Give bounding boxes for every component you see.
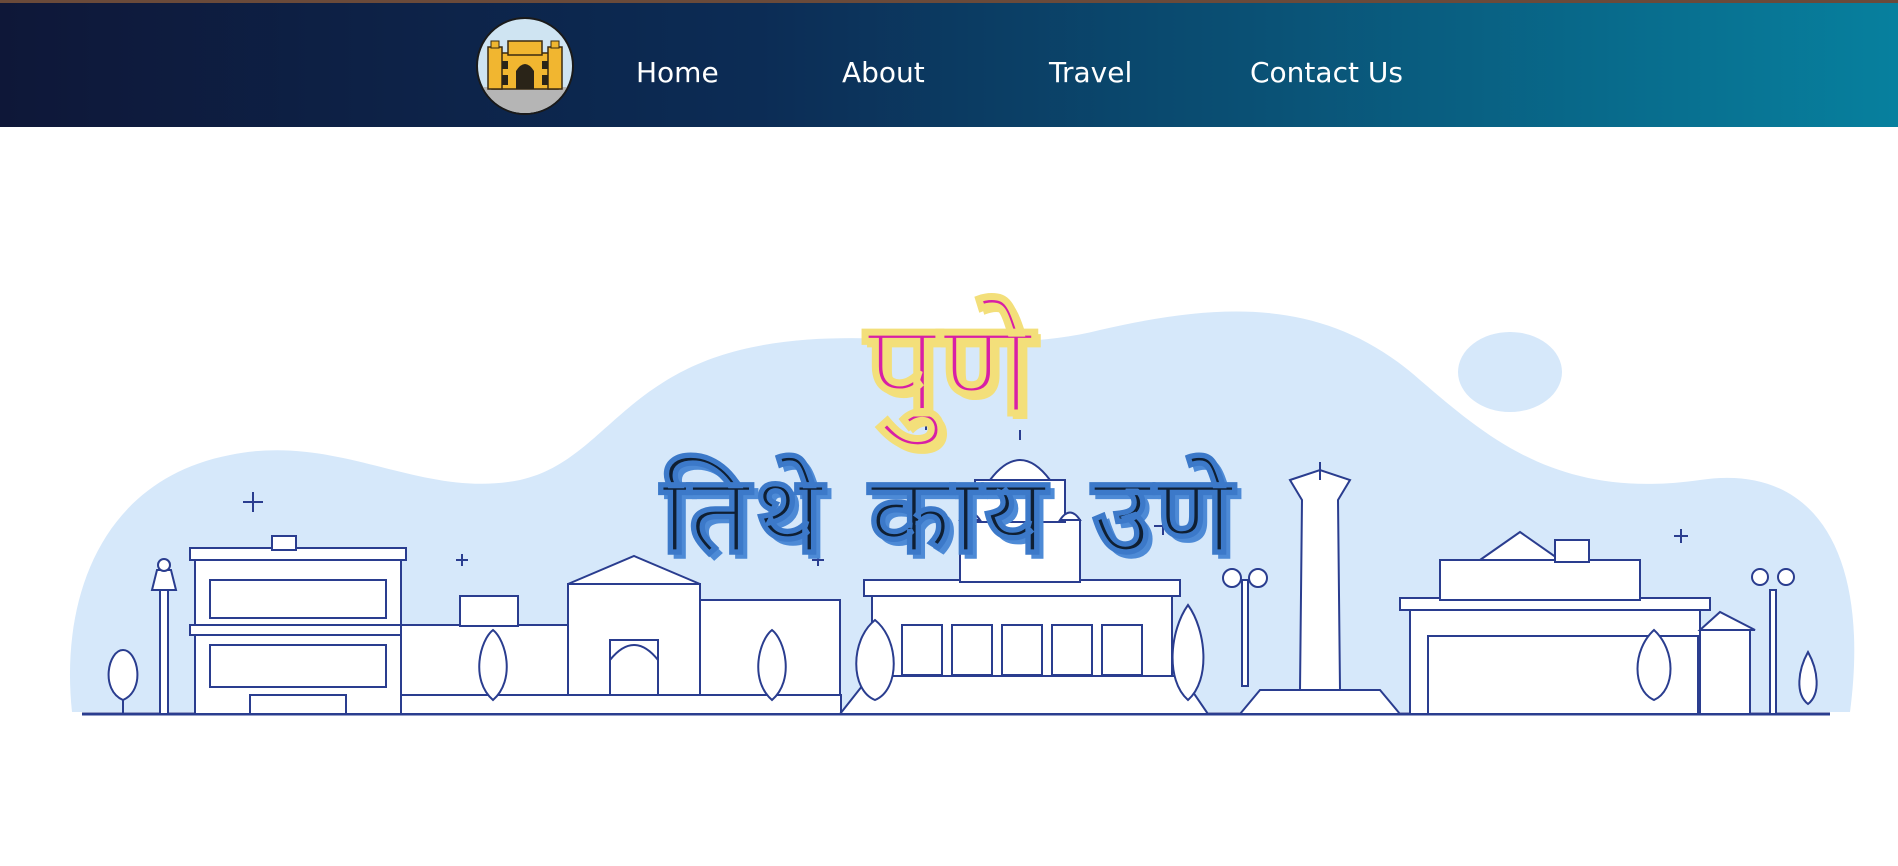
nav-about-link[interactable]: About <box>842 59 925 87</box>
hero-title: पुणे <box>864 291 1035 446</box>
nav-home-link[interactable]: Home <box>636 59 719 87</box>
gateway-arch-icon <box>478 40 572 113</box>
nav-contact-link[interactable]: Contact Us <box>1250 59 1403 87</box>
site-logo[interactable] <box>476 17 574 115</box>
nav-travel-link[interactable]: Travel <box>1049 59 1132 87</box>
hero-subtitle: तिथे काय उणे <box>660 452 1238 579</box>
top-navbar: Home About Travel Contact Us <box>0 0 1898 127</box>
hero-banner: पुणे तिथे काय उणे <box>0 127 1898 866</box>
